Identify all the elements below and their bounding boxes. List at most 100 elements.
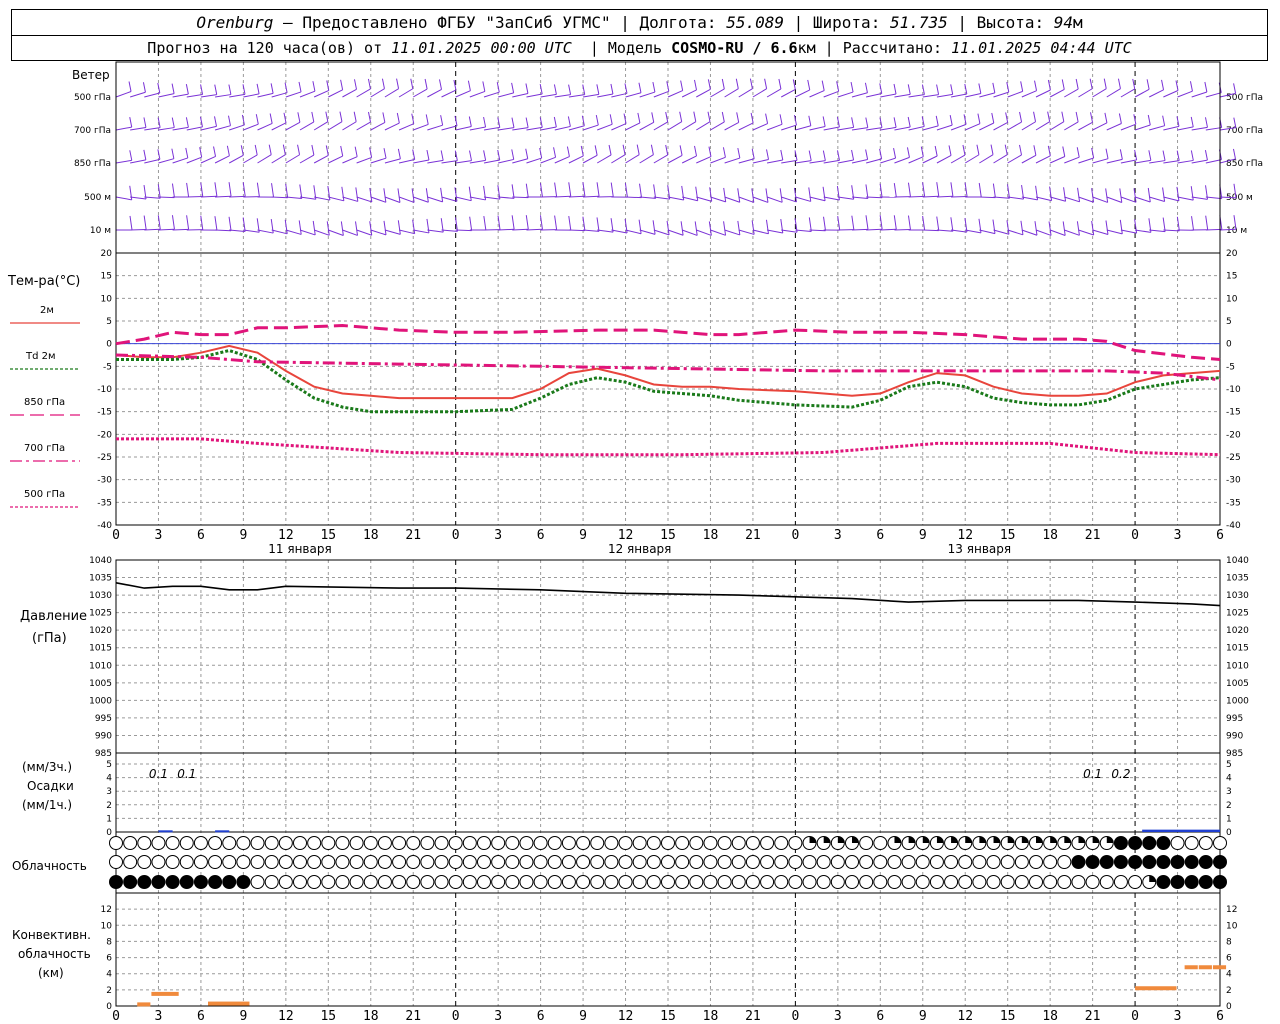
wind-barb-flag (228, 216, 232, 231)
cloud-cover-circle (1128, 855, 1143, 869)
wind-barb-shaft (781, 229, 798, 233)
wind-barb-shaft (1205, 92, 1222, 98)
cloud-cover-circle (958, 855, 973, 869)
wind-barb-flag (1119, 188, 1123, 203)
wind-barb-flag (353, 111, 357, 122)
cloud-cover-circle (222, 855, 237, 869)
cloud-cover-fill (1036, 836, 1043, 843)
cloud-cover-circle (845, 875, 859, 889)
cloud-cover-circle (915, 875, 930, 889)
cloud-cover-circle (151, 875, 166, 889)
wind-barb-shaft (568, 195, 585, 198)
wind-barb-shaft (1021, 229, 1038, 236)
wind-barb-shaft (427, 89, 442, 98)
wind-barb-flag (1047, 111, 1051, 122)
wind-barb-flag (426, 218, 430, 234)
wind-barb-flag (1162, 150, 1166, 161)
wind-barb-shaft (710, 156, 726, 164)
wind-barb-flag (694, 79, 697, 91)
temp-tick-left: -35 (97, 498, 112, 508)
time-tick-label: 15 (1000, 528, 1016, 543)
cloud-cover-circle (264, 875, 279, 889)
wind-barb-flag (907, 182, 911, 197)
time-tick-label: 15 (660, 528, 676, 543)
cloud-cover-circle (774, 855, 789, 869)
wind-barb-shaft (1035, 155, 1051, 164)
time-tick-label-bottom: 12 (957, 1009, 973, 1024)
cloud-cover-circle (675, 855, 690, 869)
wind-barb-shaft (667, 229, 684, 236)
wind-barb-shaft (200, 125, 217, 131)
wind-barb-flag (297, 112, 301, 123)
wind-barb-shaft (1134, 88, 1150, 98)
wind-barb-flag (906, 147, 910, 158)
wind-barb-flag (1162, 217, 1166, 232)
cloud-cover-circle (123, 836, 138, 850)
time-tick-label: 0 (112, 528, 120, 543)
cloud-cover-circle (703, 836, 718, 850)
wind-barb-flag (865, 215, 869, 230)
wind-barb-flag (1034, 221, 1038, 236)
wind-barb-shaft (229, 124, 245, 131)
time-tick-label-bottom: 15 (660, 1009, 676, 1024)
wind-barb-shaft (498, 127, 515, 131)
cloud-cover-circle (646, 855, 661, 869)
wind-barb-shaft (540, 156, 556, 164)
wind-barb-shaft (526, 93, 543, 98)
wind-barb-shaft (1078, 196, 1094, 203)
wind-barb-shaft (653, 121, 668, 131)
wind-barb-shaft (1205, 228, 1222, 231)
wind-barb-shaft (441, 89, 457, 98)
wind-barb-shaft (653, 196, 670, 200)
wind-barb-shaft (597, 123, 613, 131)
cloud-cover-fill (809, 836, 817, 843)
wind-barb-flag (1204, 81, 1208, 93)
wind-barb-shaft (766, 196, 783, 203)
cloud-cover-circle (731, 855, 746, 869)
wind-barb-shaft (186, 156, 202, 164)
cloud-cover-circle (307, 855, 322, 869)
wind-barb-shaft (667, 154, 683, 164)
wind-barb-flag (1061, 79, 1065, 90)
cloud-cover-circle (802, 875, 817, 889)
wind-barb-shaft (894, 93, 911, 98)
wind-barb-flag (990, 144, 994, 155)
wind-barb-flag (950, 182, 954, 197)
cloud-cover-circle (151, 855, 166, 869)
wind-barb-shaft (328, 196, 344, 202)
wind-barb-flag (936, 216, 940, 231)
wind-barb-flag (340, 79, 344, 90)
wind-barb-flag (1190, 150, 1194, 161)
wind-barb-shaft (965, 93, 981, 98)
pressure-tick-left: 1000 (89, 696, 112, 706)
cloud-cover-circle (689, 855, 704, 869)
cloud-cover-circle (986, 855, 1001, 869)
wind-barb-flag (397, 220, 401, 235)
wind-barb-flag (269, 113, 273, 124)
cloud-cover-circle (646, 836, 661, 850)
wind-barb-shaft (413, 196, 429, 203)
wind-barb-flag (822, 116, 826, 127)
pressure-tick-right: 1005 (1226, 679, 1249, 689)
wind-barb-shaft (1177, 90, 1193, 98)
wind-barb-flag (568, 215, 572, 231)
wind-barb-shaft (681, 89, 697, 98)
wind-barb-shaft (1007, 196, 1024, 200)
wind-barb-shaft (441, 160, 458, 164)
wind-barb-flag (1105, 188, 1109, 203)
cloud-cover-circle (901, 855, 916, 869)
wind-barb-shaft (724, 196, 740, 203)
wind-barb-shaft (696, 156, 712, 164)
wind-barb-flag (1119, 149, 1123, 160)
pressure-tick-left: 1005 (89, 679, 112, 689)
wind-barb-shaft (1035, 89, 1051, 98)
conv-tick-right: 8 (1226, 937, 1232, 947)
cloud-cover-circle (109, 875, 123, 889)
wind-barb-shaft (172, 157, 188, 164)
wind-barb-flag (864, 82, 868, 93)
wind-barb-shaft (993, 121, 1008, 131)
time-tick-label: 18 (1042, 528, 1058, 543)
wind-barb-shaft (568, 155, 584, 164)
cloud-cover-circle (788, 855, 803, 869)
conv-tick-left: 8 (106, 937, 112, 947)
